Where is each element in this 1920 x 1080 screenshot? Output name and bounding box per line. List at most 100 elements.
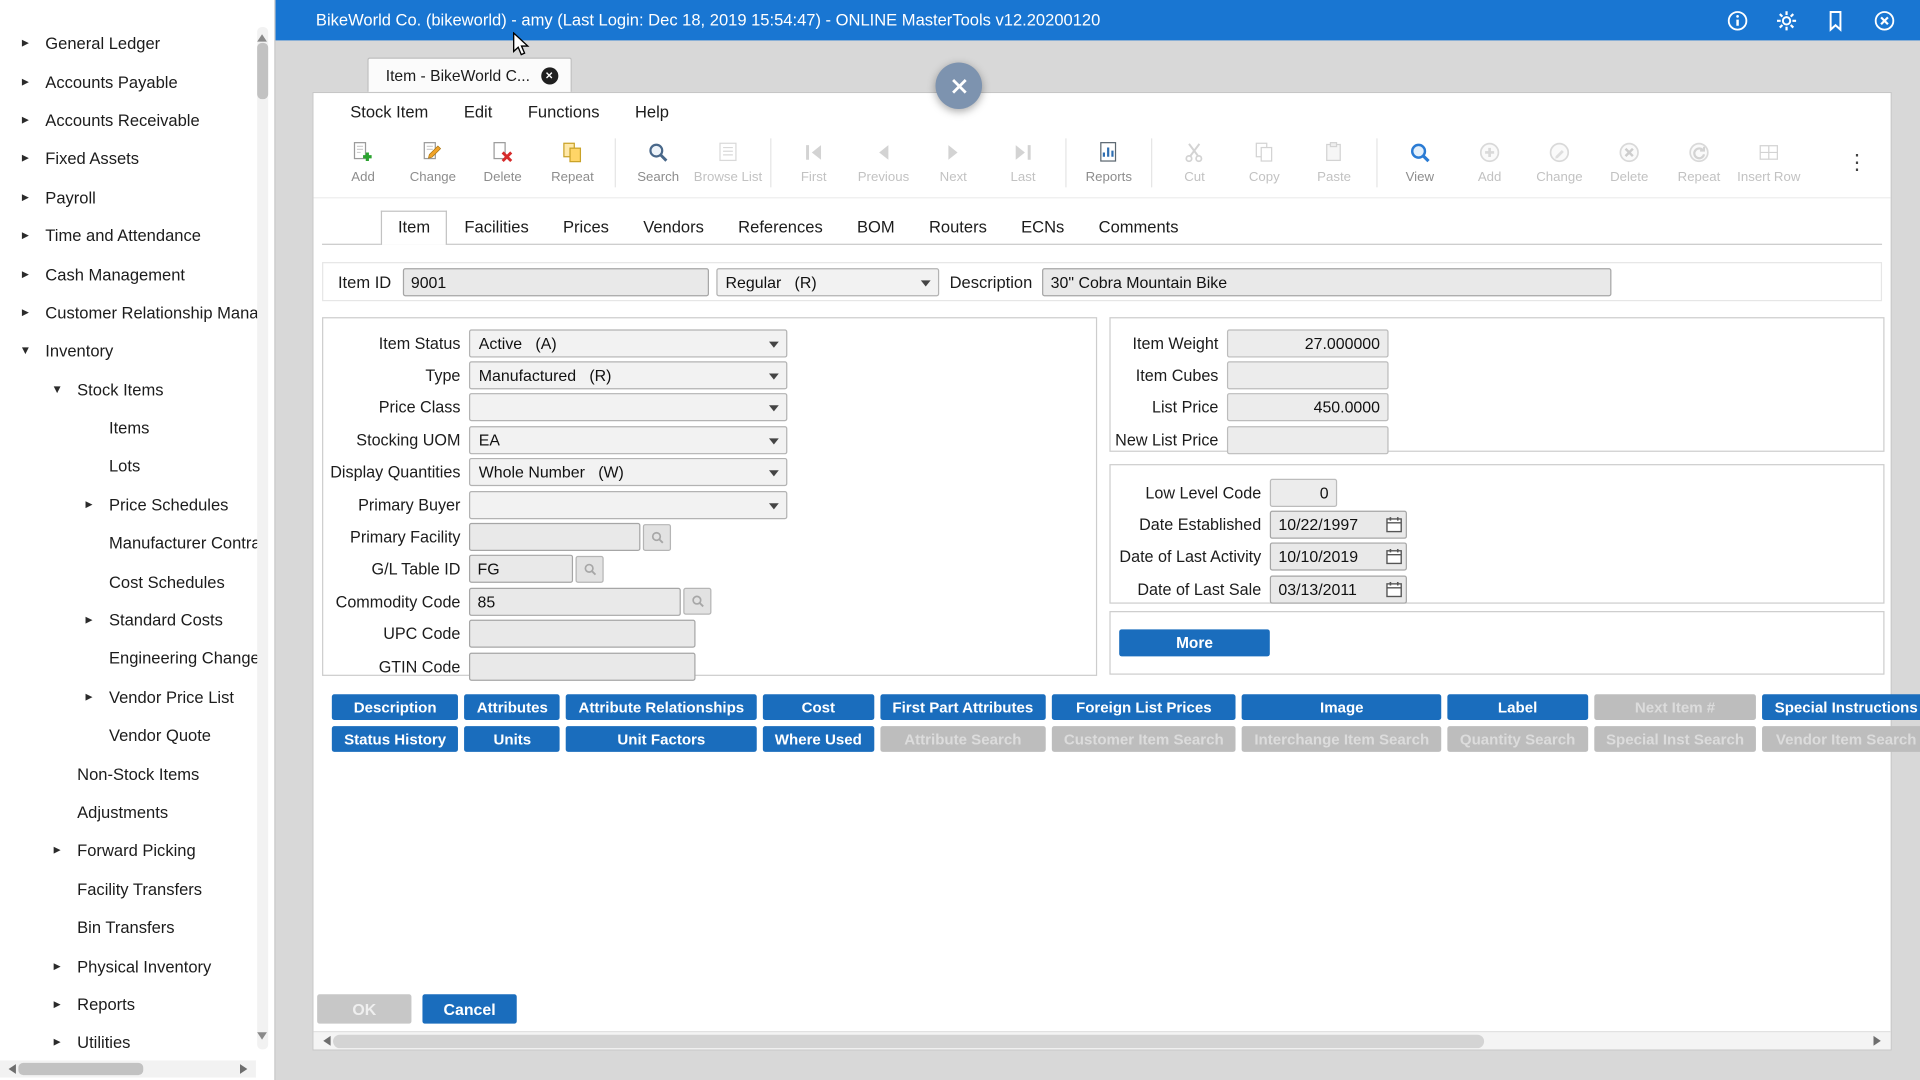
cancel-button[interactable]: Cancel [422,994,516,1023]
sidebar-item-vendor-price-list[interactable]: ►Vendor Price List [0,678,274,716]
sidebar-horizontal-scroll-thumb[interactable] [18,1063,143,1075]
g-l-table-id-input[interactable] [469,555,573,583]
primary-facility-input[interactable] [469,523,640,551]
info-icon[interactable] [1727,9,1749,31]
menu-edit[interactable]: Edit [464,103,492,121]
display-quantities-select[interactable]: Whole Number (W) [469,458,787,486]
sidebar-item-forward-picking[interactable]: ►Forward Picking [0,832,274,870]
more-button[interactable]: More [1119,629,1270,656]
action-units-button[interactable]: Units [465,726,561,752]
sidebar-item-physical-inventory[interactable]: ►Physical Inventory [0,947,274,985]
tab-vendors[interactable]: Vendors [626,211,721,244]
toolbar-add-button[interactable]: Add [328,140,398,184]
sidebar-vertical-scrollbar[interactable] [257,27,268,1049]
menu-functions[interactable]: Functions [528,103,600,121]
tab-close-icon[interactable] [541,67,558,84]
sidebar-item-engineering-change[interactable]: Engineering Change [0,639,274,677]
action-label-button[interactable]: Label [1448,694,1588,720]
sidebar-item-items[interactable]: Items [0,409,274,447]
sidebar-item-accounts-receivable[interactable]: ►Accounts Receivable [0,101,274,139]
tab-bom[interactable]: BOM [840,211,912,244]
sidebar-item-facility-transfers[interactable]: Facility Transfers [0,870,274,908]
sidebar-item-utilities[interactable]: ►Utilities [0,1024,274,1062]
action-first-part-attributes-button[interactable]: First Part Attributes [880,694,1045,720]
action-cost-button[interactable]: Cost [763,694,875,720]
new-list-price-input[interactable] [1227,426,1389,454]
type-select[interactable]: Manufactured (R) [469,361,787,389]
sidebar-item-non-stock-items[interactable]: Non-Stock Items [0,755,274,793]
tab-references[interactable]: References [721,211,840,244]
menu-help[interactable]: Help [635,103,669,121]
item-type-select[interactable]: Regular (R) [716,268,939,296]
sidebar-item-manufacturer-contra[interactable]: Manufacturer Contra [0,524,274,562]
sidebar-item-stock-items[interactable]: ▼Stock Items [0,370,274,408]
toolbar-delete-button[interactable]: Delete [468,140,538,184]
calendar-icon[interactable] [1385,516,1403,534]
sidebar-item-customer-relationship-mana[interactable]: ►Customer Relationship Mana [0,294,274,332]
tab-prices[interactable]: Prices [546,211,626,244]
toolbar-search-button[interactable]: Search [623,140,693,184]
sidebar-item-inventory[interactable]: ▼Inventory [0,332,274,370]
toolbar-overflow-icon[interactable]: ⋮ [1836,150,1879,174]
sidebar-item-fixed-assets[interactable]: ►Fixed Assets [0,140,274,178]
sidebar-scroll-right-icon[interactable] [240,1063,252,1073]
overlay-close-button[interactable] [936,62,983,109]
window-scroll-left-icon[interactable] [318,1036,330,1046]
sidebar-item-cost-schedules[interactable]: Cost Schedules [0,563,274,601]
g-l-table-id-lookup-button[interactable] [576,556,604,583]
sidebar-horizontal-scrollbar[interactable] [0,1060,256,1077]
sidebar-item-bin-transfers[interactable]: Bin Transfers [0,909,274,947]
sidebar-scroll-left-icon[interactable] [4,1063,16,1073]
sidebar-item-reports[interactable]: ►Reports [0,985,274,1023]
toolbar-change-button[interactable]: Change [398,140,468,184]
item-status-select[interactable]: Active (A) [469,329,787,357]
primary-facility-lookup-button[interactable] [643,524,671,551]
sidebar-item-vendor-quote[interactable]: Vendor Quote [0,716,274,754]
calendar-icon[interactable] [1385,580,1403,598]
action-where-used-button[interactable]: Where Used [763,726,875,752]
item-cubes-input[interactable] [1227,361,1389,389]
window-horizontal-scroll-thumb[interactable] [333,1035,1484,1048]
sidebar-item-general-ledger[interactable]: ►General Ledger [0,24,274,62]
tab-comments[interactable]: Comments [1081,211,1195,244]
action-attribute-relationships-button[interactable]: Attribute Relationships [566,694,756,720]
settings-icon[interactable] [1776,9,1798,31]
primary-buyer-select[interactable] [469,491,787,519]
window-horizontal-scrollbar[interactable] [313,1031,1890,1049]
action-description-button[interactable]: Description [332,694,459,720]
tab-ecns[interactable]: ECNs [1004,211,1081,244]
tab-facilities[interactable]: Facilities [447,211,546,244]
list-price-input[interactable] [1227,394,1389,422]
action-image-button[interactable]: Image [1242,694,1441,720]
menu-stock-item[interactable]: Stock Item [350,103,428,121]
item-id-input[interactable] [402,268,708,296]
toolbar-view-button[interactable]: View [1385,140,1455,184]
action-special-instructions-button[interactable]: Special Instructions [1762,694,1920,720]
sidebar-scroll-down-icon[interactable] [257,1032,267,1044]
window-tab[interactable]: Item - BikeWorld C... [367,58,571,92]
sidebar-scroll-up-icon[interactable] [257,29,267,41]
tab-item[interactable]: Item [381,211,447,245]
commodity-code-lookup-button[interactable] [683,588,711,615]
sidebar-item-standard-costs[interactable]: ►Standard Costs [0,601,274,639]
sidebar-item-cash-management[interactable]: ►Cash Management [0,255,274,293]
sidebar-item-accounts-payable[interactable]: ►Accounts Payable [0,63,274,101]
action-status-history-button[interactable]: Status History [332,726,459,752]
sidebar-item-price-schedules[interactable]: ►Price Schedules [0,486,274,524]
sidebar-item-time-and-attendance[interactable]: ►Time and Attendance [0,217,274,255]
gtin-code-input[interactable] [469,652,696,680]
sidebar-item-adjustments[interactable]: Adjustments [0,793,274,831]
bookmark-icon[interactable] [1825,9,1847,31]
sidebar-vertical-scroll-thumb[interactable] [257,43,268,99]
price-class-select[interactable] [469,394,787,422]
action-unit-factors-button[interactable]: Unit Factors [566,726,756,752]
sidebar-item-payroll[interactable]: ►Payroll [0,178,274,216]
toolbar-repeat-button[interactable]: Repeat [538,140,608,184]
tab-routers[interactable]: Routers [912,211,1004,244]
sidebar-item-lots[interactable]: Lots [0,447,274,485]
close-icon[interactable] [1873,9,1895,31]
commodity-code-input[interactable] [469,588,681,616]
toolbar-reports-button[interactable]: Reports [1074,140,1144,184]
action-foreign-list-prices-button[interactable]: Foreign List Prices [1052,694,1236,720]
description-input[interactable] [1042,268,1611,296]
